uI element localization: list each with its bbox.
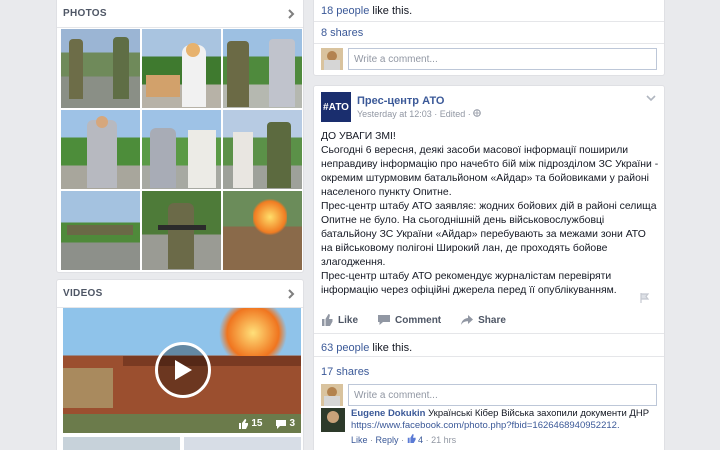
post: #АТО Прес-центр АТО Yesterday at 12:03 ·… bbox=[313, 85, 665, 450]
post-paragraph: Прес-центр штабу АТО рекомендує журналіс… bbox=[321, 271, 617, 296]
post-text: ДО УВАГИ ЗМІ! Сьогодні 6 вересня, деякі … bbox=[321, 130, 659, 298]
photo-thumbnail[interactable] bbox=[223, 110, 302, 189]
photo-thumbnail[interactable] bbox=[61, 29, 140, 108]
page-name[interactable]: Прес-центр АТО bbox=[357, 95, 481, 107]
photos-title: PHOTOS bbox=[63, 8, 107, 19]
comment-link[interactable]: https://www.facebook.com/photo.php?fbid=… bbox=[351, 420, 649, 432]
photos-panel: PHOTOS bbox=[56, 0, 304, 273]
comment-icon bbox=[378, 315, 391, 325]
likes-link[interactable]: 63 people bbox=[321, 342, 369, 354]
video-thumbnail[interactable] bbox=[184, 437, 301, 450]
thumbs-up-icon bbox=[407, 434, 416, 443]
videos-panel: VIDEOS 15 3 bbox=[56, 279, 304, 450]
video-comments: 3 bbox=[276, 418, 295, 429]
globe-icon bbox=[473, 109, 482, 117]
likes-summary: 18 people like this. bbox=[314, 0, 664, 22]
photo-thumbnail[interactable] bbox=[61, 191, 140, 270]
comment-input[interactable]: Write a comment... bbox=[348, 48, 657, 70]
video-thumbnail[interactable] bbox=[63, 437, 180, 450]
comment-time[interactable]: 21 hrs bbox=[431, 435, 456, 445]
comment-like-link[interactable]: Like bbox=[351, 435, 368, 445]
video-likes: 15 bbox=[238, 418, 262, 429]
play-icon[interactable] bbox=[155, 342, 211, 398]
comment-composer: Write a comment... bbox=[314, 380, 664, 410]
page-avatar[interactable]: #АТО bbox=[321, 92, 351, 122]
avatar bbox=[321, 48, 343, 70]
comment-meta: Like · Reply · 4 · 21 hrs bbox=[351, 434, 457, 445]
post-header: #АТО Прес-центр АТО Yesterday at 12:03 ·… bbox=[321, 92, 482, 122]
shares-link[interactable]: 17 shares bbox=[321, 366, 369, 378]
comment-body: Eugene Dokukin Українські Кібер Війська … bbox=[351, 408, 649, 446]
post-meta: Yesterday at 12:03 · Edited · bbox=[357, 109, 482, 119]
comment: Eugene Dokukin Українські Кібер Війська … bbox=[321, 408, 659, 446]
photo-thumbnail[interactable] bbox=[142, 110, 221, 189]
likes-link[interactable]: 18 people bbox=[321, 5, 369, 17]
photo-thumbnail[interactable] bbox=[223, 29, 302, 108]
post-time[interactable]: Yesterday at 12:03 bbox=[357, 109, 432, 119]
photo-thumbnail[interactable] bbox=[61, 110, 140, 189]
comment-reply-link[interactable]: Reply bbox=[376, 435, 399, 445]
comment-author[interactable]: Eugene Dokukin bbox=[351, 408, 425, 419]
shares-summary: 17 shares bbox=[321, 366, 369, 378]
flag-icon[interactable] bbox=[640, 293, 650, 306]
videos-header: VIDEOS bbox=[57, 280, 303, 308]
thumbs-up-icon bbox=[322, 314, 333, 326]
like-button[interactable]: Like bbox=[321, 314, 358, 326]
divider bbox=[314, 356, 664, 357]
comment-icon bbox=[276, 419, 287, 429]
shares-summary: 8 shares bbox=[314, 22, 664, 44]
video-stats: 15 3 bbox=[238, 418, 295, 429]
chevron-right-icon[interactable] bbox=[285, 288, 297, 300]
avatar[interactable] bbox=[321, 408, 345, 432]
comment-composer: Write a comment... bbox=[314, 44, 664, 74]
photo-thumbnail[interactable] bbox=[142, 29, 221, 108]
videos-title: VIDEOS bbox=[63, 288, 103, 299]
post-paragraph: Прес-центр штабу АТО заявляє: жодних бой… bbox=[321, 201, 657, 268]
thumbs-up-icon bbox=[239, 418, 249, 429]
divider bbox=[314, 333, 664, 334]
post-footer: 18 people like this. 8 shares Write a co… bbox=[313, 0, 665, 76]
post-paragraph: ДО УВАГИ ЗМІ! bbox=[321, 131, 396, 142]
video-thumbnails-row bbox=[63, 437, 301, 450]
avatar bbox=[321, 384, 343, 406]
comment-text: Українські Кібер Війська захопили докуме… bbox=[428, 408, 650, 419]
video-thumbnail[interactable]: 15 3 bbox=[63, 308, 301, 433]
likes-summary: 63 people like this. bbox=[321, 342, 413, 354]
post-paragraph: Сьогодні 6 вересня, деякі засоби масової… bbox=[321, 145, 659, 198]
photo-thumbnail[interactable] bbox=[142, 191, 221, 270]
share-button[interactable]: Share bbox=[461, 314, 506, 326]
chevron-down-icon[interactable] bbox=[646, 93, 656, 105]
comment-like-count[interactable]: 4 bbox=[418, 435, 423, 445]
photos-header: PHOTOS bbox=[57, 0, 303, 28]
comment-input[interactable]: Write a comment... bbox=[348, 384, 657, 406]
shares-link[interactable]: 8 shares bbox=[321, 27, 363, 39]
share-icon bbox=[461, 315, 474, 325]
chevron-right-icon[interactable] bbox=[285, 8, 297, 20]
photo-thumbnail[interactable] bbox=[223, 191, 302, 270]
comment-button[interactable]: Comment bbox=[378, 314, 441, 326]
post-actions: Like Comment Share bbox=[321, 314, 659, 334]
photo-grid bbox=[61, 29, 302, 270]
